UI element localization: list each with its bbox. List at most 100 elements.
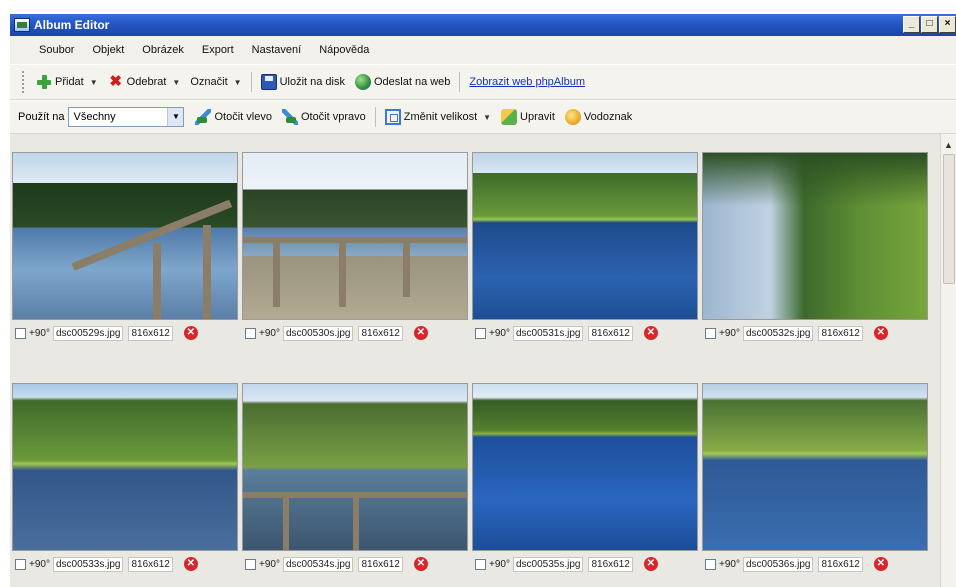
rotate-value[interactable]: +90° — [259, 328, 280, 339]
select-checkbox[interactable] — [475, 558, 486, 570]
rotate-left-button[interactable]: Otočit vlevo — [190, 106, 276, 128]
filename-field[interactable]: dsc00530s.jpg — [282, 325, 354, 341]
send-button[interactable]: Odeslat na web — [350, 71, 455, 93]
photo-card[interactable]: +90° dsc00532s.jpg 816x612 ✕ — [702, 152, 930, 346]
rotate-value[interactable]: +90° — [489, 559, 510, 570]
menu-file[interactable]: Soubor — [30, 44, 83, 56]
add-label: Přidat — [55, 76, 84, 88]
menu-object[interactable]: Objekt — [83, 44, 133, 56]
dimensions-field: 816x612 — [818, 325, 863, 341]
window-title: Album Editor — [34, 18, 110, 32]
apply-to-select[interactable]: Všechny ▼ — [68, 107, 185, 127]
delete-icon[interactable]: ✕ — [643, 557, 658, 571]
toolbar-grip[interactable] — [22, 71, 25, 93]
filename-field[interactable]: dsc00531s.jpg — [512, 325, 584, 341]
photo-caption: +90° dsc00532s.jpg 816x612 ✕ — [702, 320, 930, 346]
filename-field[interactable]: dsc00529s.jpg — [52, 325, 124, 341]
delete-icon[interactable]: ✕ — [873, 557, 888, 571]
delete-icon[interactable]: ✕ — [873, 326, 888, 340]
rotate-value[interactable]: +90° — [29, 559, 50, 570]
photo-caption: +90° dsc00534s.jpg 816x612 ✕ — [242, 551, 470, 577]
filename-field[interactable]: dsc00534s.jpg — [282, 556, 354, 572]
photo-card[interactable]: +90° dsc00536s.jpg 816x612 ✕ — [702, 383, 930, 577]
photo-card[interactable]: +90° dsc00533s.jpg 816x612 ✕ — [12, 383, 240, 577]
minimize-button[interactable]: _ — [903, 16, 920, 33]
watermark-button[interactable]: Vodoznak — [560, 106, 637, 128]
rotate-right-icon — [281, 109, 298, 125]
photo-card[interactable]: +90° dsc00529s.jpg 816x612 ✕ — [12, 152, 240, 346]
view-web-link[interactable]: Zobrazit web phpAlbum — [464, 71, 590, 93]
apply-to-label: Použít na — [18, 111, 65, 123]
photo-thumbnail[interactable] — [472, 152, 698, 320]
save-button[interactable]: Uložit na disk — [256, 71, 350, 93]
select-checkbox[interactable] — [15, 327, 26, 339]
photo-caption: +90° dsc00531s.jpg 816x612 ✕ — [472, 320, 700, 346]
delete-icon[interactable]: ✕ — [413, 326, 428, 340]
remove-label: Odebrat — [126, 76, 167, 88]
image-toolbar: Použít na Všechny ▼ Otočit vlevo Otočit … — [10, 100, 956, 134]
main-toolbar: Přidat ▼ ✖ Odebrat ▼ Označit ▼ Uložit na… — [10, 64, 956, 100]
rotate-value[interactable]: +90° — [719, 559, 740, 570]
chevron-down-icon[interactable]: ▼ — [234, 78, 242, 87]
filename-field[interactable]: dsc00533s.jpg — [52, 556, 124, 572]
select-checkbox[interactable] — [15, 558, 26, 570]
photo-thumbnail[interactable] — [12, 152, 238, 320]
chevron-down-icon[interactable]: ▼ — [90, 78, 98, 87]
dimensions-field: 816x612 — [358, 556, 403, 572]
mark-button[interactable]: Označit ▼ — [185, 71, 246, 93]
close-button[interactable]: × — [939, 16, 956, 33]
menu-bar: Soubor Objekt Obrázek Export Nastavení N… — [10, 36, 956, 64]
rotate-value[interactable]: +90° — [489, 328, 510, 339]
photo-thumbnail[interactable] — [12, 383, 238, 551]
photo-caption: +90° dsc00529s.jpg 816x612 ✕ — [12, 320, 240, 346]
menu-image[interactable]: Obrázek — [133, 44, 193, 56]
photo-thumbnail[interactable] — [702, 152, 928, 320]
select-checkbox[interactable] — [245, 327, 256, 339]
chevron-down-icon[interactable]: ▼ — [483, 113, 491, 122]
remove-button[interactable]: ✖ Odebrat ▼ — [103, 71, 186, 93]
rotate-right-button[interactable]: Otočit vpravo — [277, 106, 371, 128]
photo-caption: +90° dsc00530s.jpg 816x612 ✕ — [242, 320, 470, 346]
select-checkbox[interactable] — [705, 327, 716, 339]
menu-export[interactable]: Export — [193, 44, 243, 56]
scroll-thumb[interactable] — [943, 154, 955, 284]
edit-button[interactable]: Upravit — [496, 106, 560, 128]
photo-card[interactable]: +90° dsc00534s.jpg 816x612 ✕ — [242, 383, 470, 577]
chevron-down-icon[interactable]: ▼ — [167, 108, 184, 126]
delete-icon[interactable]: ✕ — [643, 326, 658, 340]
chevron-down-icon[interactable]: ▼ — [172, 78, 180, 87]
add-button[interactable]: Přidat ▼ — [31, 71, 103, 93]
menu-help[interactable]: Nápověda — [310, 44, 378, 56]
photo-caption: +90° dsc00533s.jpg 816x612 ✕ — [12, 551, 240, 577]
mark-label: Označit — [190, 76, 228, 88]
delete-icon[interactable]: ✕ — [183, 326, 198, 340]
select-checkbox[interactable] — [245, 558, 256, 570]
globe-icon — [354, 74, 371, 90]
menu-settings[interactable]: Nastavení — [243, 44, 311, 56]
apply-to-value: Všechny — [73, 111, 116, 123]
rotate-value[interactable]: +90° — [259, 559, 280, 570]
photo-card[interactable]: +90° dsc00531s.jpg 816x612 ✕ — [472, 152, 700, 346]
photo-thumbnail[interactable] — [242, 152, 468, 320]
rotate-value[interactable]: +90° — [719, 328, 740, 339]
plus-icon — [36, 74, 52, 90]
photo-card[interactable]: +90° dsc00535s.jpg 816x612 ✕ — [472, 383, 700, 577]
filename-field[interactable]: dsc00536s.jpg — [742, 556, 814, 572]
photo-thumbnail[interactable] — [702, 383, 928, 551]
scroll-up-icon[interactable]: ▲ — [944, 140, 953, 150]
select-checkbox[interactable] — [475, 327, 486, 339]
photo-thumbnail[interactable] — [242, 383, 468, 551]
rotate-right-label: Otočit vpravo — [300, 111, 366, 123]
filename-field[interactable]: dsc00535s.jpg — [512, 556, 584, 572]
edit-label: Upravit — [520, 111, 555, 123]
resize-button[interactable]: Změnit velikost ▼ — [380, 106, 496, 128]
filename-field[interactable]: dsc00532s.jpg — [742, 325, 814, 341]
maximize-button[interactable]: □ — [921, 16, 938, 33]
photo-thumbnail[interactable] — [472, 383, 698, 551]
select-checkbox[interactable] — [705, 558, 716, 570]
photo-card[interactable]: +90° dsc00530s.jpg 816x612 ✕ — [242, 152, 470, 346]
x-icon: ✖ — [109, 73, 122, 90]
delete-icon[interactable]: ✕ — [183, 557, 198, 571]
rotate-value[interactable]: +90° — [29, 328, 50, 339]
delete-icon[interactable]: ✕ — [413, 557, 428, 571]
